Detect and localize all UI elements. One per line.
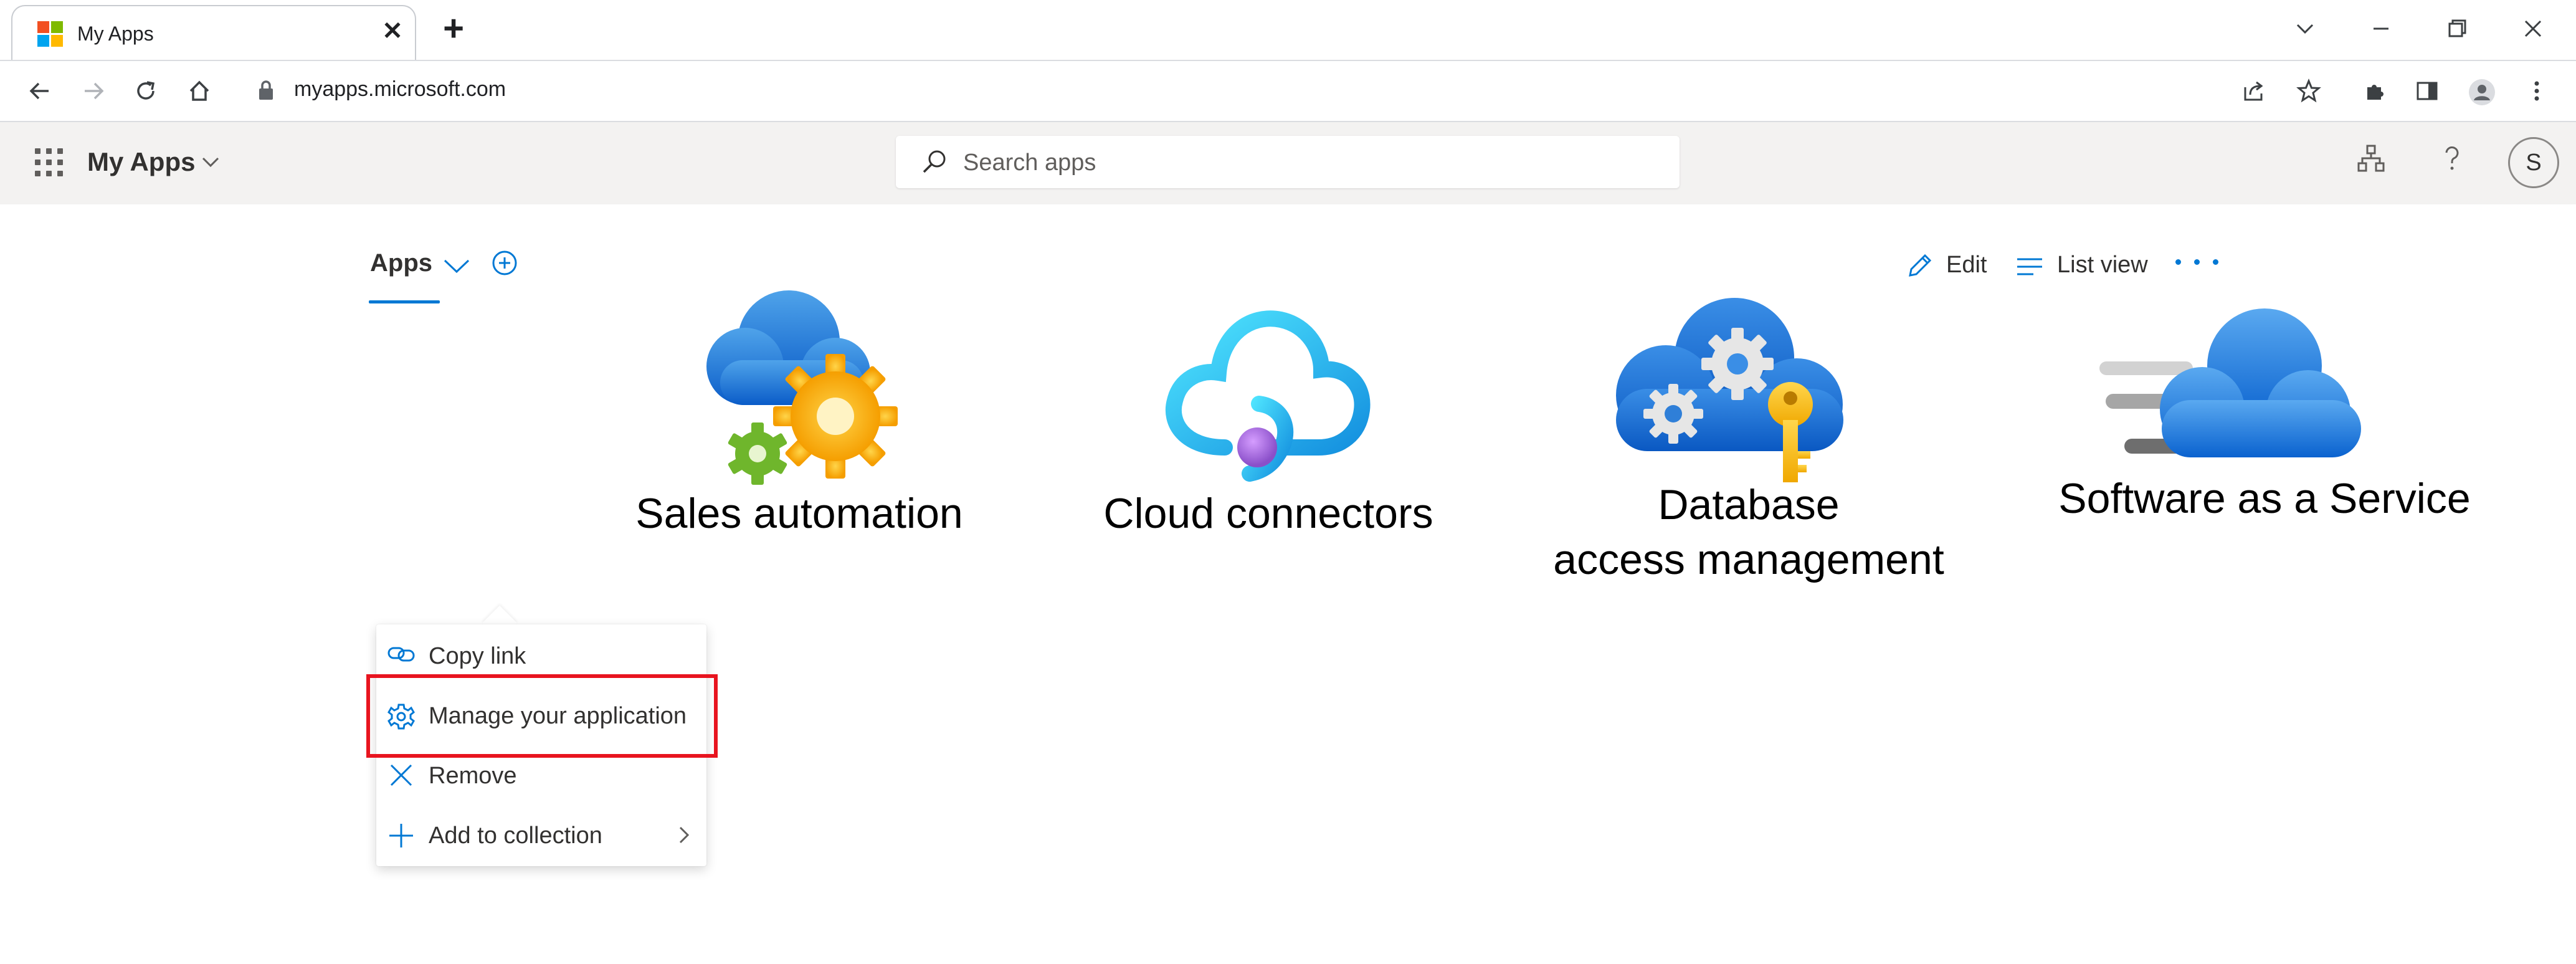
list-view-button[interactable]: List view (2057, 252, 2148, 279)
back-arrow-icon[interactable] (22, 74, 57, 108)
fast-cloud-icon[interactable] (2099, 307, 2374, 478)
profile-icon[interactable] (2463, 74, 2501, 108)
share-icon[interactable] (2235, 74, 2273, 108)
app-label[interactable]: Sales automation (603, 486, 996, 541)
menu-item-add-to-collection[interactable]: Add to collection (376, 804, 706, 864)
tab-search-chevron-icon[interactable] (2283, 10, 2327, 47)
cloud-gears-key-icon[interactable] (1597, 295, 1859, 485)
close-tab-icon[interactable]: ✕ (379, 17, 406, 45)
extensions-icon[interactable] (2356, 74, 2393, 108)
side-panel-icon[interactable] (2408, 74, 2446, 108)
url-text[interactable]: myapps.microsoft.com (294, 77, 506, 102)
edit-pencil-icon[interactable] (1904, 251, 1935, 285)
address-bar: myapps.microsoft.com (0, 61, 2576, 122)
search-input[interactable]: Search apps (963, 150, 1096, 176)
app-label[interactable]: Database (1540, 477, 1957, 532)
minimize-icon[interactable] (2359, 10, 2403, 47)
active-tab-indicator (369, 300, 440, 303)
more-options-icon[interactable] (2173, 254, 2223, 273)
search-icon (921, 148, 948, 179)
help-icon[interactable] (2432, 143, 2472, 183)
search-box[interactable]: Search apps (896, 136, 1680, 188)
chevron-down-icon[interactable] (441, 253, 472, 281)
cloud-gears-icon[interactable] (695, 285, 901, 494)
close-window-icon[interactable] (2511, 10, 2555, 47)
add-collection-icon[interactable] (491, 249, 518, 280)
menu-item-label: Remove (429, 763, 517, 789)
chevron-right-icon (674, 824, 693, 849)
avatar[interactable]: S (2508, 137, 2559, 188)
cloud-connector-icon[interactable] (1150, 292, 1381, 507)
browser-tab[interactable]: My Apps ✕ (11, 5, 416, 60)
restore-icon[interactable] (2435, 10, 2479, 47)
microsoft-logo-icon (37, 21, 64, 47)
app-header: My Apps Search apps S (0, 122, 2576, 204)
browser-tab-strip: My Apps ✕ + (0, 0, 2576, 61)
browser-menu-icon[interactable] (2518, 74, 2555, 108)
close-icon (386, 761, 416, 795)
lock-icon[interactable] (257, 80, 275, 104)
tab-title: My Apps (77, 22, 154, 45)
highlight-box (366, 674, 718, 758)
menu-item-label: Copy link (429, 643, 526, 669)
app-label[interactable]: Cloud connectors (1069, 486, 1468, 541)
home-icon[interactable] (182, 74, 217, 108)
edit-button[interactable]: Edit (1946, 252, 1987, 279)
forward-arrow-icon[interactable] (76, 74, 111, 108)
reload-icon[interactable] (128, 74, 163, 108)
link-icon (386, 642, 416, 670)
tab-apps[interactable]: Apps (370, 249, 432, 277)
list-view-icon[interactable] (2015, 254, 2045, 282)
new-tab-button[interactable]: + (436, 11, 471, 47)
app-label[interactable]: access management (1528, 532, 1970, 587)
add-icon (386, 821, 416, 854)
app-title[interactable]: My Apps (87, 147, 195, 177)
bookmark-star-icon[interactable] (2290, 74, 2327, 108)
app-label[interactable]: Software as a Service (2031, 471, 2498, 526)
chevron-down-icon[interactable] (199, 151, 222, 176)
organization-chart-icon[interactable] (2351, 143, 2391, 183)
app-launcher-icon[interactable] (35, 148, 65, 178)
menu-item-label: Add to collection (429, 823, 602, 849)
